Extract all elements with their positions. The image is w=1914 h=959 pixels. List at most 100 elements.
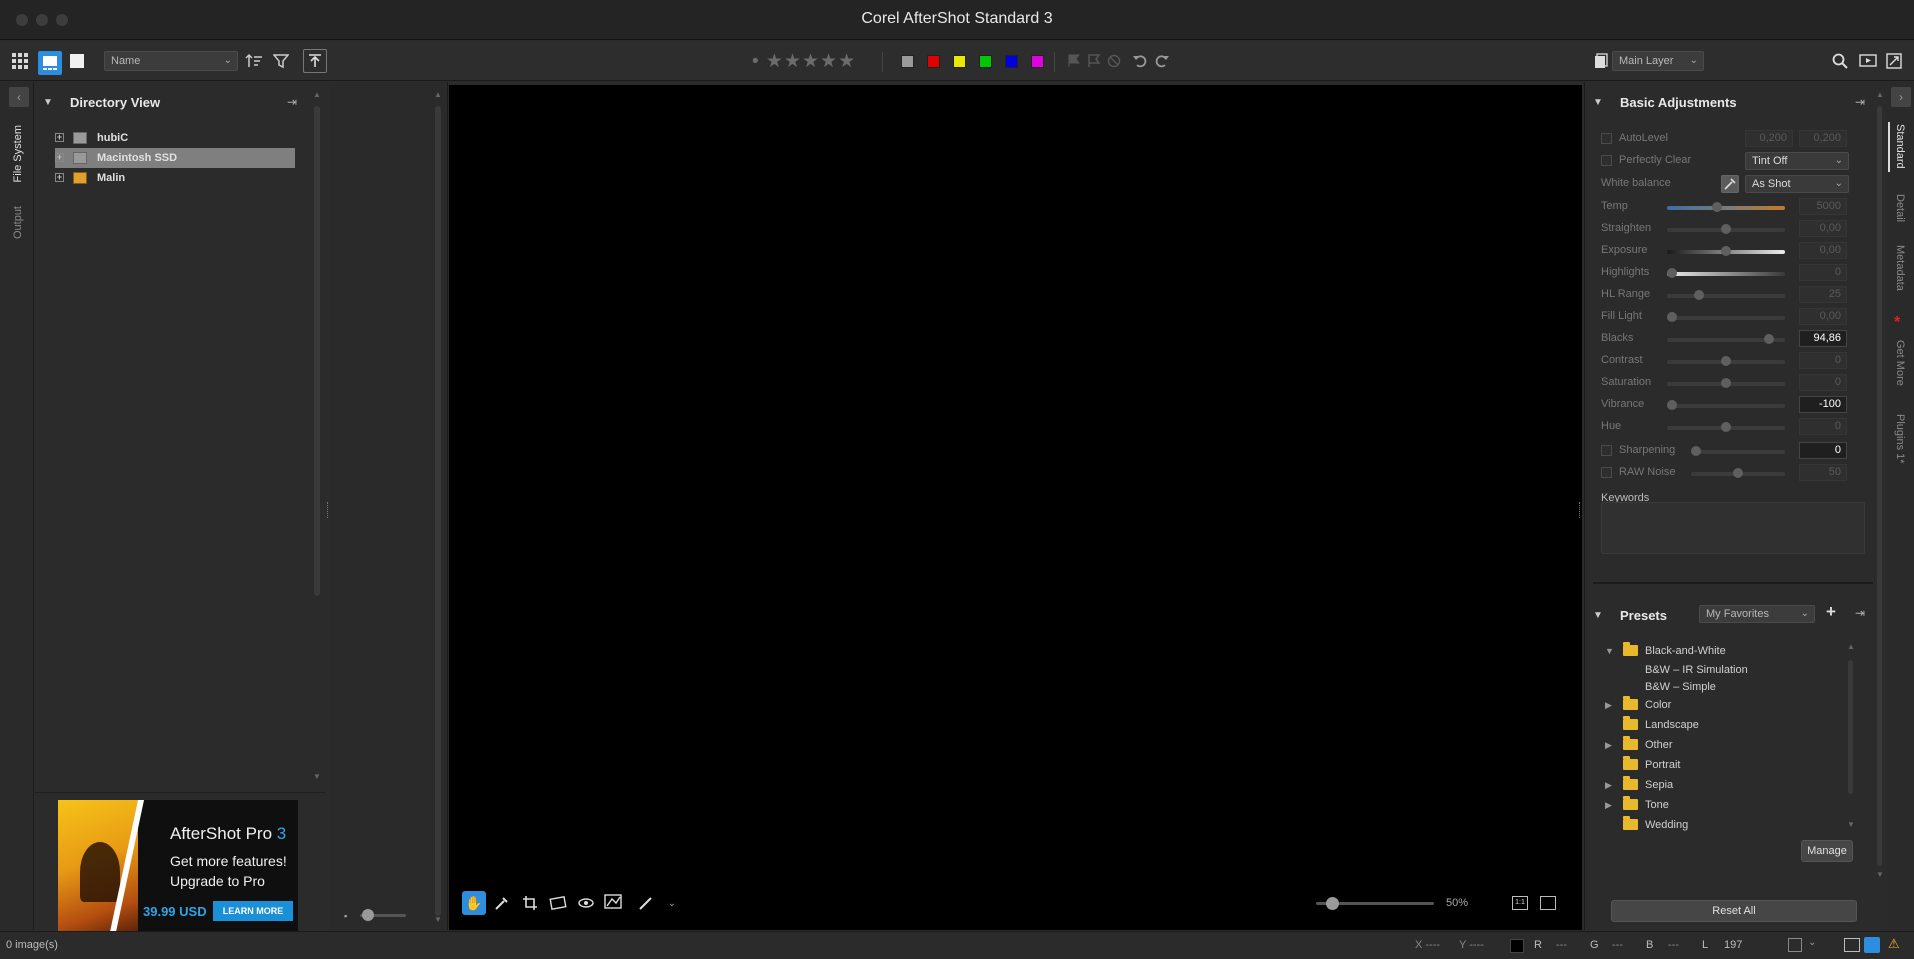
- sharpening-slider[interactable]: [1691, 450, 1785, 454]
- flag-clear-icon[interactable]: [1104, 51, 1124, 71]
- rating-stars[interactable]: • ★★★★★: [752, 50, 856, 73]
- pin-icon[interactable]: ⇥: [1855, 95, 1865, 109]
- zoom-slider-knob[interactable]: [1326, 897, 1339, 910]
- fullscreen-icon[interactable]: [1884, 51, 1904, 71]
- slider-track[interactable]: [1667, 206, 1785, 210]
- tab-file-system[interactable]: File System: [12, 125, 24, 182]
- tab-output[interactable]: Output: [12, 206, 24, 239]
- slider-track[interactable]: [1667, 404, 1785, 408]
- tint-select[interactable]: Tint Off ⌄: [1745, 152, 1849, 170]
- tab-detail[interactable]: Detail: [1894, 194, 1906, 222]
- tab-plugins[interactable]: Plugins 1*: [1894, 414, 1906, 464]
- adjustments-scrollbar[interactable]: [1877, 106, 1882, 866]
- heal-tool-icon[interactable]: [602, 889, 626, 913]
- thumbnail-size-knob[interactable]: [362, 909, 374, 921]
- filmstrip-scrollbar[interactable]: [435, 106, 441, 916]
- slider-value[interactable]: 0: [1799, 264, 1847, 281]
- brush-tool-icon[interactable]: [634, 891, 658, 915]
- slider-knob[interactable]: [1721, 356, 1731, 366]
- expand-icon[interactable]: +: [55, 173, 64, 182]
- slider-value[interactable]: 25: [1799, 286, 1847, 303]
- histogram-icon[interactable]: [1788, 938, 1802, 952]
- sharpening-checkbox[interactable]: [1601, 445, 1612, 456]
- expand-triangle-icon[interactable]: ▶: [1605, 776, 1612, 794]
- actual-size-icon[interactable]: 1:1: [1512, 896, 1528, 910]
- slider-value[interactable]: 0: [1799, 418, 1847, 435]
- slider-knob[interactable]: [1667, 268, 1677, 278]
- search-icon[interactable]: [1830, 51, 1850, 71]
- rotate-left-icon[interactable]: [1130, 51, 1150, 71]
- single-view-icon[interactable]: [67, 51, 87, 71]
- scroll-up-icon[interactable]: ▲: [434, 90, 442, 99]
- tab-metadata[interactable]: Metadata: [1894, 245, 1906, 291]
- flag-pick-icon[interactable]: [1064, 51, 1084, 71]
- tree-item-macintosh-ssd[interactable]: + Macintosh SSD: [55, 148, 295, 168]
- slider-value[interactable]: 0,00: [1799, 220, 1847, 237]
- expand-triangle-icon[interactable]: ▶: [1605, 736, 1612, 754]
- manage-presets-button[interactable]: Manage: [1801, 840, 1853, 862]
- slider-value[interactable]: -100: [1799, 396, 1847, 413]
- slider-track[interactable]: [1667, 316, 1785, 320]
- directory-scrollbar[interactable]: [314, 106, 320, 596]
- image-viewer[interactable]: [449, 85, 1582, 930]
- learn-more-button[interactable]: LEARN MORE: [213, 901, 293, 921]
- raw-noise-knob[interactable]: [1733, 468, 1743, 478]
- pin-icon[interactable]: ⇥: [287, 95, 297, 109]
- collapse-right-panel-button[interactable]: ›: [1891, 87, 1911, 107]
- color-label-green[interactable]: [979, 55, 992, 68]
- keywords-input[interactable]: [1601, 502, 1865, 554]
- autolevel-value-1[interactable]: 0,200: [1745, 130, 1793, 147]
- raw-noise-checkbox[interactable]: [1601, 467, 1612, 478]
- slider-knob[interactable]: [1721, 422, 1731, 432]
- warning-icon[interactable]: ⚠: [1888, 936, 1900, 952]
- scroll-down-icon[interactable]: ▼: [434, 915, 442, 924]
- tree-item-hubic[interactable]: + hubiC: [55, 128, 295, 148]
- tree-item-malin[interactable]: + Malin: [55, 168, 295, 188]
- collapse-triangle-icon[interactable]: ▼: [1605, 642, 1614, 660]
- slider-knob[interactable]: [1712, 202, 1722, 212]
- slider-knob[interactable]: [1721, 224, 1731, 234]
- flag-reject-icon[interactable]: [1084, 51, 1104, 71]
- slider-value[interactable]: 0,00: [1799, 308, 1847, 325]
- presets-select[interactable]: My Favorites ⌄: [1699, 605, 1815, 623]
- collapse-triangle-icon[interactable]: ▼: [1593, 97, 1603, 108]
- slider-track[interactable]: [1667, 272, 1785, 276]
- color-label-gray[interactable]: [901, 55, 914, 68]
- white-balance-picker-icon[interactable]: [1721, 175, 1739, 193]
- expand-icon[interactable]: +: [55, 133, 64, 142]
- compare-view-icon[interactable]: [1844, 938, 1860, 952]
- upload-icon[interactable]: [303, 49, 327, 73]
- presets-scrollbar[interactable]: [1848, 660, 1853, 794]
- sharpening-knob[interactable]: [1691, 446, 1701, 456]
- autolevel-checkbox[interactable]: [1601, 133, 1612, 144]
- scroll-down-icon[interactable]: ▼: [1847, 820, 1855, 829]
- filter-icon[interactable]: [271, 51, 291, 71]
- slideshow-icon[interactable]: [1858, 51, 1878, 71]
- scroll-up-icon[interactable]: ▲: [313, 90, 321, 99]
- lock-icon[interactable]: [1864, 937, 1880, 953]
- layers-icon[interactable]: [1591, 51, 1611, 71]
- slider-knob[interactable]: [1694, 290, 1704, 300]
- slider-knob[interactable]: [1764, 334, 1774, 344]
- layer-select[interactable]: Main Layer ⌄: [1612, 51, 1704, 71]
- filmstrip-view-icon[interactable]: [38, 51, 62, 75]
- resize-handle[interactable]: [327, 502, 329, 518]
- slider-value[interactable]: 0: [1799, 352, 1847, 369]
- slider-track[interactable]: [1667, 294, 1785, 298]
- color-label-yellow[interactable]: [953, 55, 966, 68]
- color-label-blue[interactable]: [1005, 55, 1018, 68]
- slider-knob[interactable]: [1721, 246, 1731, 256]
- red-eye-tool-icon[interactable]: [574, 891, 598, 915]
- raw-noise-value[interactable]: 50: [1799, 464, 1847, 481]
- slider-value[interactable]: 5000: [1799, 198, 1847, 215]
- white-balance-select[interactable]: As Shot ⌄: [1745, 175, 1849, 193]
- scroll-up-icon[interactable]: ▲: [1876, 90, 1884, 99]
- crop-tool-icon[interactable]: [518, 891, 542, 915]
- resize-handle[interactable]: [1579, 502, 1581, 518]
- expand-triangle-icon[interactable]: ▶: [1605, 796, 1612, 814]
- add-preset-icon[interactable]: +: [1826, 602, 1836, 622]
- straighten-tool-icon[interactable]: [546, 891, 570, 915]
- upgrade-ad-banner[interactable]: AfterShot Pro 3 Get more features! Upgra…: [58, 800, 298, 932]
- chevron-down-icon[interactable]: ⌄: [660, 891, 684, 915]
- slider-knob[interactable]: [1667, 312, 1677, 322]
